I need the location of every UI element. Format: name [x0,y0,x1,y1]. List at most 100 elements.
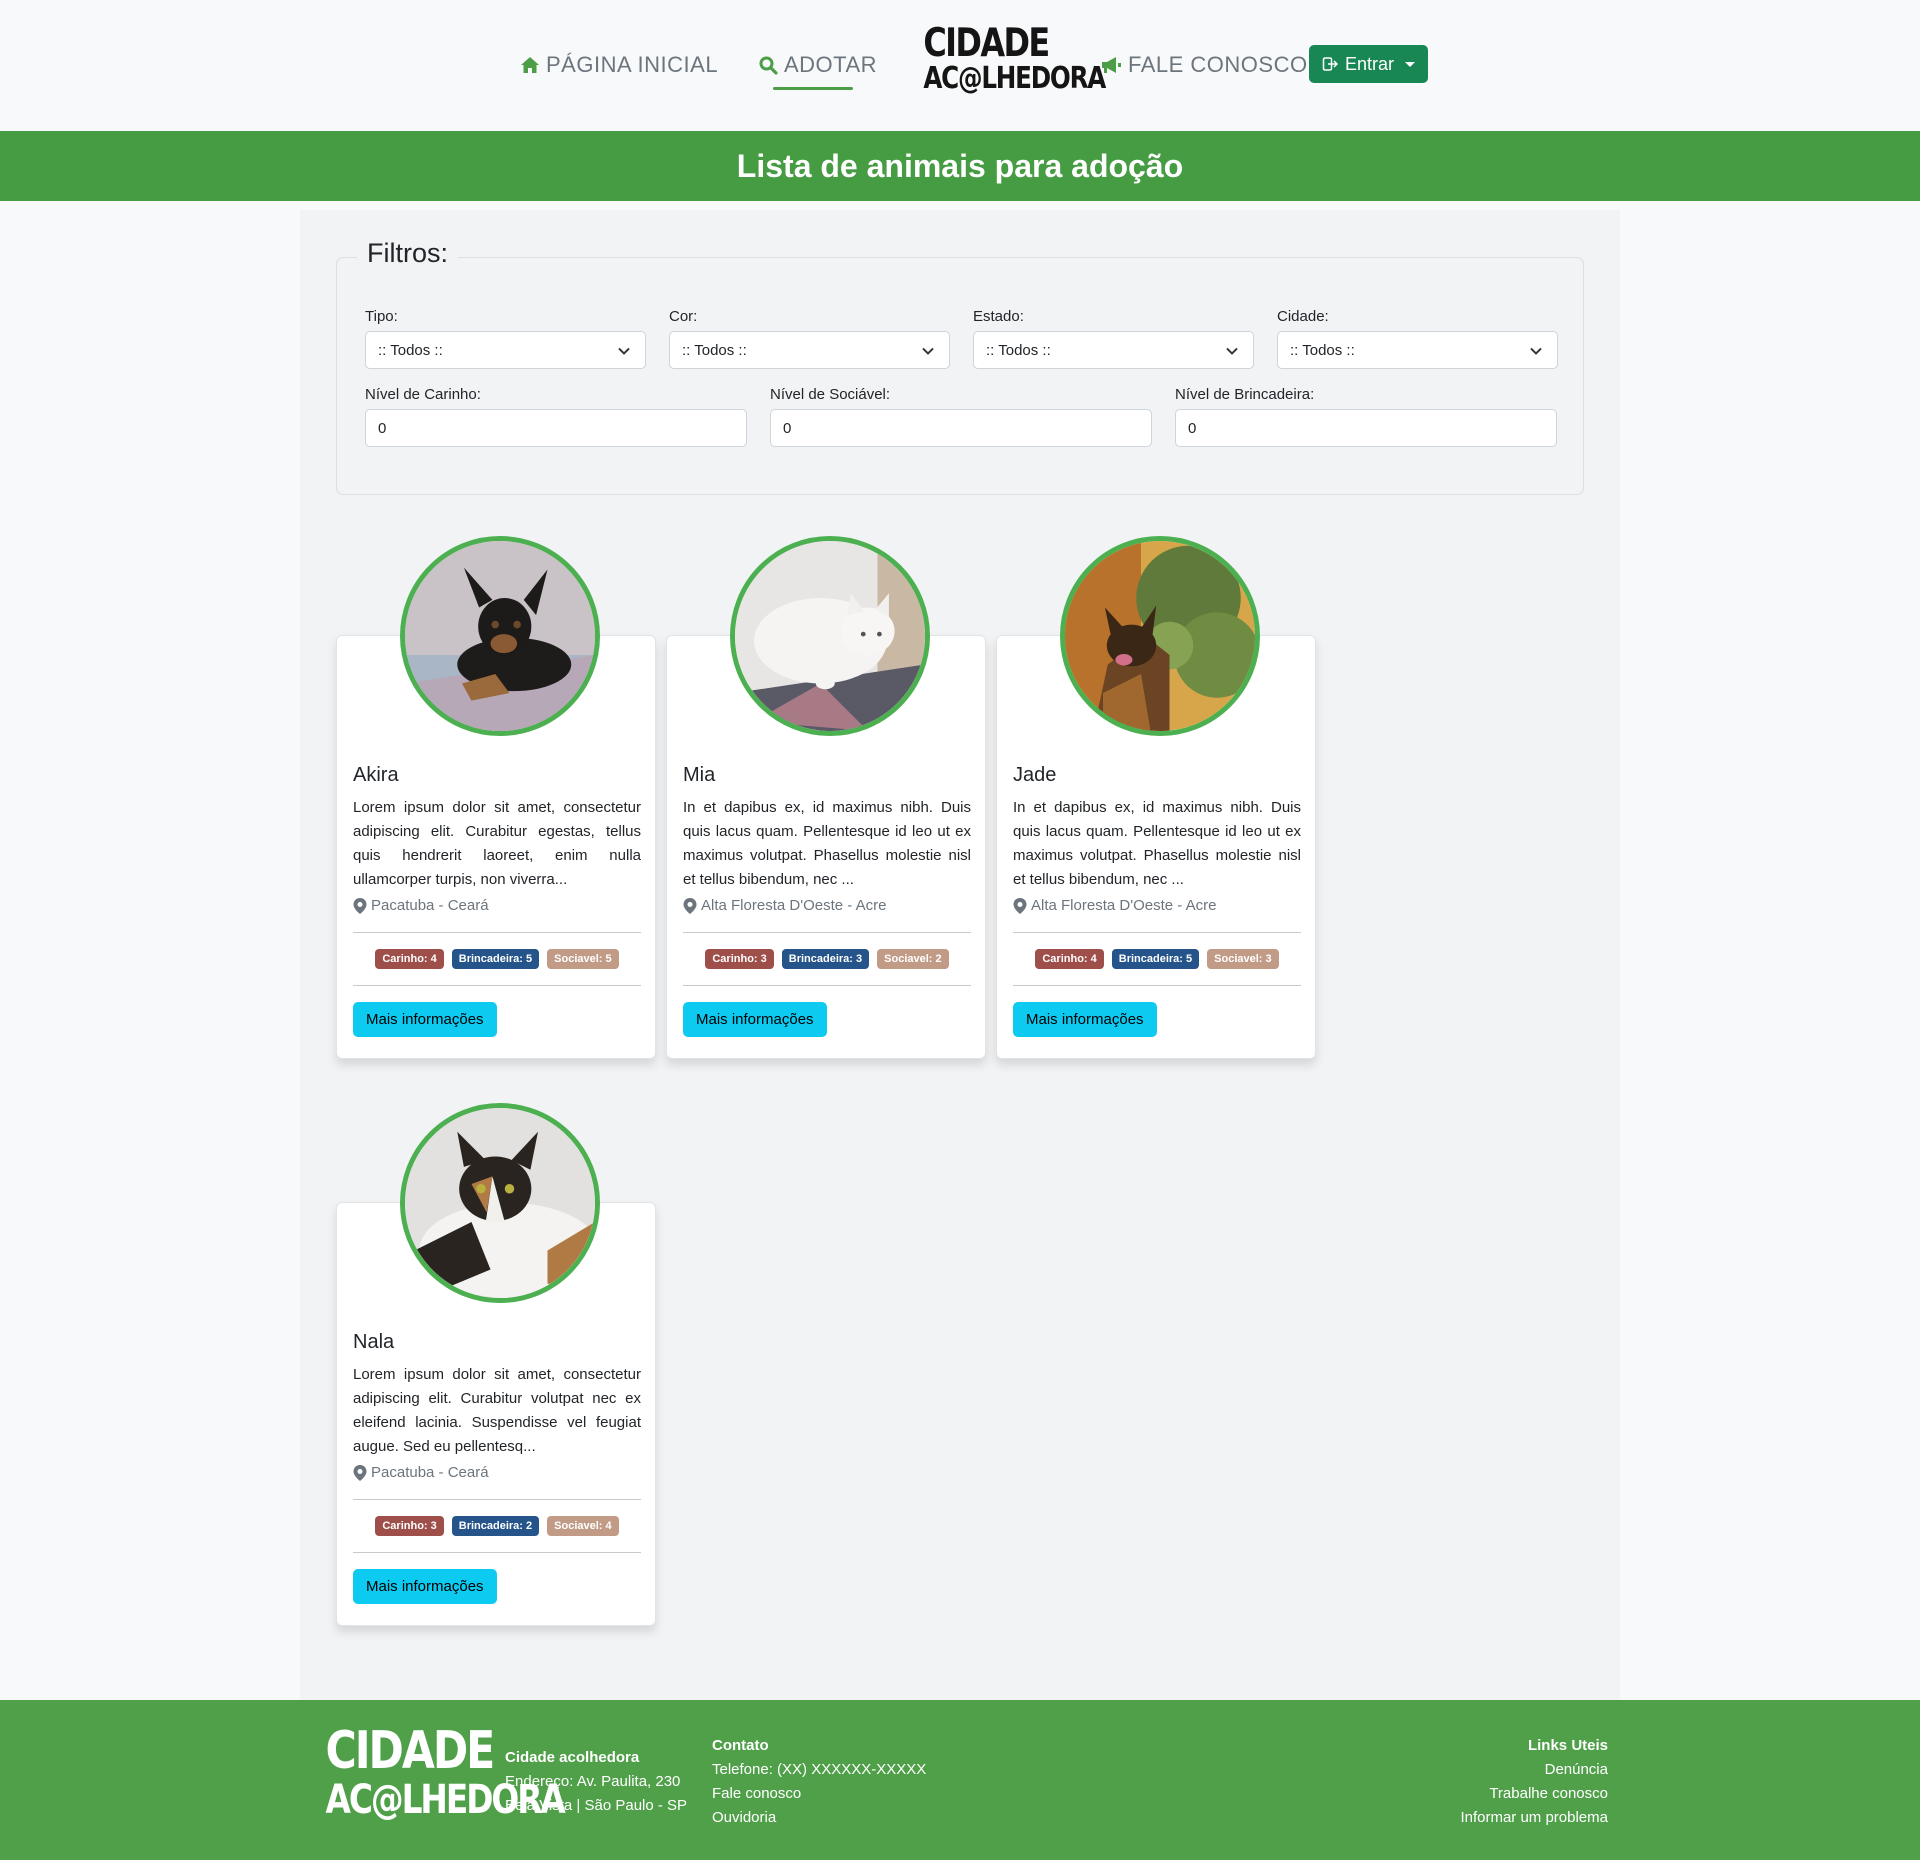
estado-label: Estado: [973,308,1024,325]
dog-photo-image [1065,541,1255,731]
footer-ouvidoria-link[interactable]: Ouvidoria [712,1809,776,1826]
animal-description: In et dapibus ex, id maximus nibh. Duis … [683,799,971,888]
footer-fale-link[interactable]: Fale conosco [712,1785,801,1802]
animal-location-text: Pacatuba - Ceará [371,897,489,914]
animal-name: Akira [353,764,399,786]
chevron-down-icon [1226,347,1238,355]
logo-text-line1: CIDADE [923,21,1050,66]
cor-select[interactable]: :: Todos :: [669,331,950,369]
animal-photo[interactable] [400,1103,600,1303]
badge-group: Carinho: 3 Brincadeira: 3 Sociavel: 2 [683,933,971,985]
carinho-badge: Carinho: 3 [705,949,774,969]
badge-group: Carinho: 3 Brincadeira: 2 Sociavel: 4 [353,1500,641,1552]
chevron-down-icon [618,347,630,355]
carinho-badge: Carinho: 4 [375,949,444,969]
badge-group: Carinho: 4 Brincadeira: 5 Sociavel: 5 [353,933,641,985]
tipo-filter: Tipo: :: Todos :: [365,308,646,369]
more-info-button[interactable]: Mais informações [353,1569,497,1604]
nav-contact-label: FALE CONOSCO [1128,52,1308,77]
logo-text-line2: AC@LHEDORA [923,61,1106,96]
animal-card-nala: Nala Lorem ipsum dolor sit amet, consect… [336,1103,656,1626]
footer-phone: Telefone: (XX) XXXXXX-XXXXX [712,1761,927,1778]
more-info-button[interactable]: Mais informações [683,1002,827,1037]
divider [353,1552,641,1553]
sociavel-badge: Sociavel: 3 [1207,949,1279,969]
caret-down-icon [1405,61,1416,67]
footer-address-line1: Endereço: Av. Paulita, 230 [505,1773,681,1790]
footer-contact-title: Contato [712,1737,769,1754]
top-navbar: PÁGINA INICIAL ADOTAR CIDADE AC@LHEDORA … [0,0,1920,131]
map-pin-icon [683,897,697,914]
animal-name: Nala [353,1331,395,1353]
animal-photo[interactable] [1060,536,1260,736]
carinho-filter: Nível de Carinho: 0 [365,386,747,447]
card-body: Jade In et dapibus ex, id maximus nibh. … [1013,764,1301,1037]
estado-select-value: :: Todos :: [986,341,1051,359]
animal-name: Jade [1013,764,1057,786]
animal-location: Pacatuba - Ceará [353,1464,641,1481]
footer-logo-line2: AC@LHEDORA [325,1777,565,1823]
sociavel-badge: Sociavel: 2 [877,949,949,969]
animal-location: Alta Floresta D'Oeste - Acre [683,897,971,914]
sociavel-input[interactable]: 0 [770,409,1152,447]
main-content: Filtros: Tipo: :: Todos :: Cor: :: Todos… [300,210,1620,1700]
brincadeira-badge: Brincadeira: 5 [451,949,540,969]
estado-select[interactable]: :: Todos :: [973,331,1254,369]
active-tab-underline [773,87,853,90]
brincadeira-badge: Brincadeira: 2 [451,1516,540,1536]
footer-logo[interactable]: CIDADE AC@LHEDORA [310,1721,565,1830]
footer-denuncia-link[interactable]: Denúncia [1545,1761,1608,1778]
cat-photo-image [405,1108,595,1298]
chevron-down-icon [1530,347,1542,355]
divider [1013,985,1301,986]
cidade-filter: Cidade: :: Todos :: [1277,308,1558,369]
animal-description: In et dapibus ex, id maximus nibh. Duis … [1013,799,1301,888]
tipo-select[interactable]: :: Todos :: [365,331,646,369]
site-logo[interactable]: CIDADE AC@LHEDORA [912,21,1106,102]
brincadeira-label: Nível de Brincadeira: [1175,386,1315,403]
search-icon [759,56,778,75]
chevron-down-icon [922,347,934,355]
divider [353,985,641,986]
animal-location-text: Alta Floresta D'Oeste - Acre [701,897,887,914]
tipo-select-value: :: Todos :: [378,341,443,359]
cidade-label: Cidade: [1277,308,1329,325]
animal-card-akira: Akira Lorem ipsum dolor sit amet, consec… [336,536,656,1059]
more-info-button[interactable]: Mais informações [353,1002,497,1037]
estado-filter: Estado: :: Todos :: [973,308,1254,369]
login-label: Entrar [1344,53,1395,74]
carinho-badge: Carinho: 3 [375,1516,444,1536]
card-body: Mia In et dapibus ex, id maximus nibh. D… [683,764,971,1037]
cor-label: Cor: [669,308,698,325]
animal-photo[interactable] [400,536,600,736]
card-body: Nala Lorem ipsum dolor sit amet, consect… [353,1331,641,1604]
animal-photo[interactable] [730,536,930,736]
divider [683,985,971,986]
footer-trabalhe-link[interactable]: Trabalhe conosco [1489,1785,1608,1802]
footer-logo-line1: CIDADE [325,1721,495,1781]
site-footer: CIDADE AC@LHEDORA Cidade acolhedora Ende… [0,1700,1920,1860]
cor-filter: Cor: :: Todos :: [669,308,950,369]
animal-location-text: Pacatuba - Ceará [371,1464,489,1481]
brincadeira-badge: Brincadeira: 3 [781,949,870,969]
page-title: Lista de animais para adoção [736,147,1184,184]
nav-contact-link[interactable]: FALE CONOSCO [1100,50,1308,80]
login-dropdown-button[interactable]: Entrar [1309,45,1428,83]
animal-location: Alta Floresta D'Oeste - Acre [1013,897,1301,914]
badge-group: Carinho: 4 Brincadeira: 5 Sociavel: 3 [1013,933,1301,985]
nav-home-link[interactable]: PÁGINA INICIAL [520,50,718,80]
tipo-label: Tipo: [365,308,398,325]
footer-address-line2: Bela Vista | São Paulo - SP [505,1797,688,1814]
animal-location-text: Alta Floresta D'Oeste - Acre [1031,897,1217,914]
animal-name: Mia [683,764,716,786]
carinho-input[interactable]: 0 [365,409,747,447]
map-pin-icon [1013,897,1027,914]
sociavel-badge: Sociavel: 4 [547,1516,619,1536]
nav-home-label: PÁGINA INICIAL [546,52,719,77]
nav-adopt-link[interactable]: ADOTAR [758,50,877,80]
cidade-select[interactable]: :: Todos :: [1277,331,1558,369]
footer-address: Cidade acolhedora Endereço: Av. Paulita,… [505,1746,687,1818]
more-info-button[interactable]: Mais informações [1013,1002,1157,1037]
footer-problema-link[interactable]: Informar um problema [1460,1809,1608,1826]
brincadeira-input[interactable]: 0 [1175,409,1557,447]
